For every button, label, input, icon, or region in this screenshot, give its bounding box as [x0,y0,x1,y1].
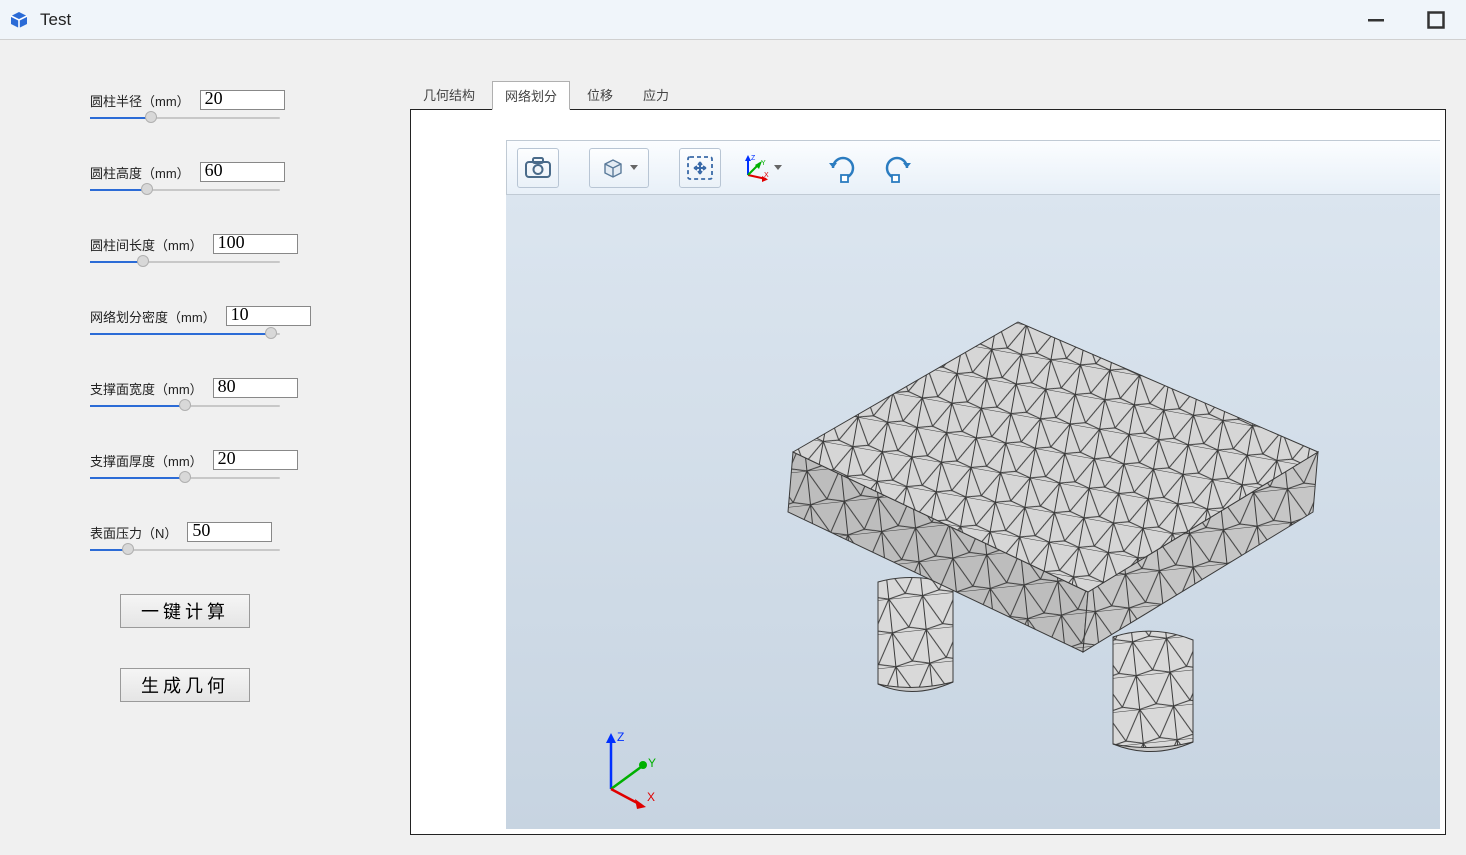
slider-pressure[interactable] [90,546,280,554]
app-logo-icon [6,7,32,33]
fit-view-button[interactable] [679,148,721,188]
axes-dropdown[interactable]: Z Y X [731,148,791,188]
param-cylinder-height: 圆柱高度（mm） 60 [90,162,340,194]
rotate-cw-button[interactable] [821,148,865,188]
rotate-cw-icon [827,152,859,184]
maximize-button[interactable] [1426,10,1446,30]
param-label: 支撑面厚度（mm） [90,451,203,470]
minimize-button[interactable] [1366,10,1386,30]
param-input-support-width[interactable]: 80 [213,378,298,398]
svg-text:X: X [764,172,769,179]
tab-geometry[interactable]: 几何结构 [410,80,488,109]
dropdown-caret-icon [774,165,782,170]
param-mesh-density: 网络划分密度（mm） 10 [90,306,340,338]
slider-gap[interactable] [90,258,280,266]
param-label: 圆柱高度（mm） [90,163,190,182]
cube-icon [600,155,626,181]
param-input-mesh[interactable]: 10 [226,306,311,326]
3d-viewport[interactable]: Z Y X [506,195,1440,829]
param-label: 支撑面宽度（mm） [90,379,203,398]
axis-x-label: X [647,790,655,804]
camera-button[interactable] [517,148,559,188]
param-label: 网络划分密度（mm） [90,307,216,326]
titlebar: Test [0,0,1466,40]
param-cylinder-gap: 圆柱间长度（mm） 100 [90,234,340,266]
svg-text:Y: Y [761,160,766,167]
slider-support-thickness[interactable] [90,474,280,482]
param-input-support-thickness[interactable]: 20 [213,450,298,470]
dropdown-caret-icon [630,165,638,170]
param-label: 圆柱间长度（mm） [90,235,203,254]
generate-geometry-button[interactable]: 生成几何 [120,668,250,702]
viewport-frame: Z Y X [410,109,1446,835]
fit-view-icon [686,155,714,181]
slider-height[interactable] [90,186,280,194]
rotate-ccw-button[interactable] [875,148,919,188]
param-label: 圆柱半径（mm） [90,91,190,110]
compute-button[interactable]: 一键计算 [120,594,250,628]
axes-icon: Z Y X [740,153,770,183]
axis-z-label: Z [617,730,624,744]
parameter-sidebar: 圆柱半径（mm） 20 圆柱高度（mm） 60 圆柱间长度（mm） 100 [0,40,380,855]
axis-y-label: Y [648,756,656,770]
param-cylinder-radius: 圆柱半径（mm） 20 [90,90,340,122]
param-support-width: 支撑面宽度（mm） 80 [90,378,340,410]
cube-view-dropdown[interactable] [589,148,649,188]
svg-text:Z: Z [751,155,756,162]
param-label: 表面压力（N） [90,523,177,542]
tab-stress[interactable]: 应力 [630,80,682,109]
rotate-ccw-icon [881,152,913,184]
viewport-toolbar: Z Y X [506,140,1440,195]
slider-mesh[interactable] [90,330,280,338]
tab-mesh[interactable]: 网络划分 [492,81,570,110]
param-input-radius[interactable]: 20 [200,90,285,110]
mesh-geometry-render [613,252,1333,772]
param-input-height[interactable]: 60 [200,162,285,182]
tab-bar: 几何结构 网络划分 位移 应力 [410,80,1446,109]
axis-triad: Z Y X [591,729,651,789]
param-support-thickness: 支撑面厚度（mm） 20 [90,450,340,482]
camera-icon [524,157,552,179]
param-input-gap[interactable]: 100 [213,234,298,254]
slider-support-width[interactable] [90,402,280,410]
tab-displacement[interactable]: 位移 [574,80,626,109]
param-input-pressure[interactable]: 50 [187,522,272,542]
window-title: Test [40,10,71,30]
param-surface-pressure: 表面压力（N） 50 [90,522,340,554]
slider-radius[interactable] [90,114,280,122]
